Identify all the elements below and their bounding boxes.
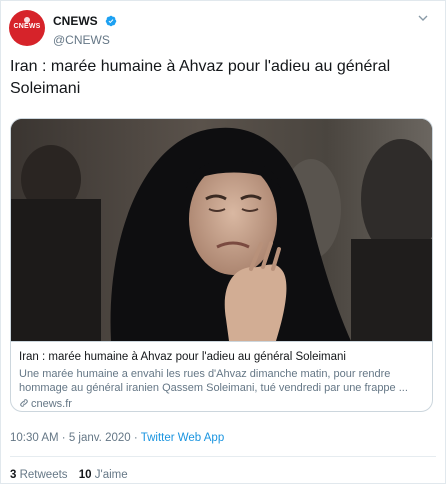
retweets-stat[interactable]: 3 Retweets — [10, 469, 68, 481]
chevron-down-icon[interactable] — [415, 10, 431, 26]
likes-stat[interactable]: 10 J'aime — [79, 469, 128, 481]
tweet-time[interactable]: 10:30 AM — [10, 432, 59, 444]
display-name[interactable]: CNEWS — [53, 14, 98, 28]
account-handle[interactable]: @CNEWS — [53, 33, 117, 47]
tweet-text: Iran : marée humaine à Ahvaz pour l'adie… — [10, 58, 391, 97]
avatar-logo-text: CNEWS — [13, 23, 41, 30]
verified-badge-icon — [105, 15, 117, 27]
account-names: CNEWS @CNEWS — [53, 12, 117, 47]
card-image[interactable] — [11, 119, 432, 341]
card-domain[interactable]: cnews.fr — [19, 397, 424, 411]
link-card[interactable]: Iran : marée humaine à Ahvaz pour l'adie… — [10, 118, 433, 412]
avatar[interactable]: CNEWS — [9, 10, 45, 46]
tweet-timestamp: 10:30 AM · 5 janv. 2020 · Twitter Web Ap… — [10, 432, 224, 444]
card-description: Une marée humaine a envahi les rues d'Ah… — [19, 368, 408, 394]
divider — [10, 456, 436, 457]
tweet-date[interactable]: 5 janv. 2020 — [69, 432, 131, 444]
source-app-link[interactable]: Twitter Web App — [141, 432, 225, 444]
retweets-count: 3 — [10, 469, 17, 481]
card-photo — [11, 119, 432, 341]
likes-label: J'aime — [94, 469, 128, 481]
separator: · — [133, 432, 138, 444]
separator: · — [61, 432, 66, 444]
likes-count: 10 — [78, 469, 92, 481]
link-icon — [20, 399, 28, 407]
tweet-stats: 3 Retweets 10 J'aime — [10, 469, 136, 481]
card-meta[interactable]: Iran : marée humaine à Ahvaz pour l'adie… — [11, 341, 432, 411]
tweet-header: CNEWS CNEWS @CNEWS — [9, 10, 437, 48]
card-title[interactable]: Iran : marée humaine à Ahvaz pour l'adie… — [19, 350, 424, 364]
retweets-label: Retweets — [19, 469, 68, 481]
card-domain-text: cnews.fr — [31, 398, 72, 410]
